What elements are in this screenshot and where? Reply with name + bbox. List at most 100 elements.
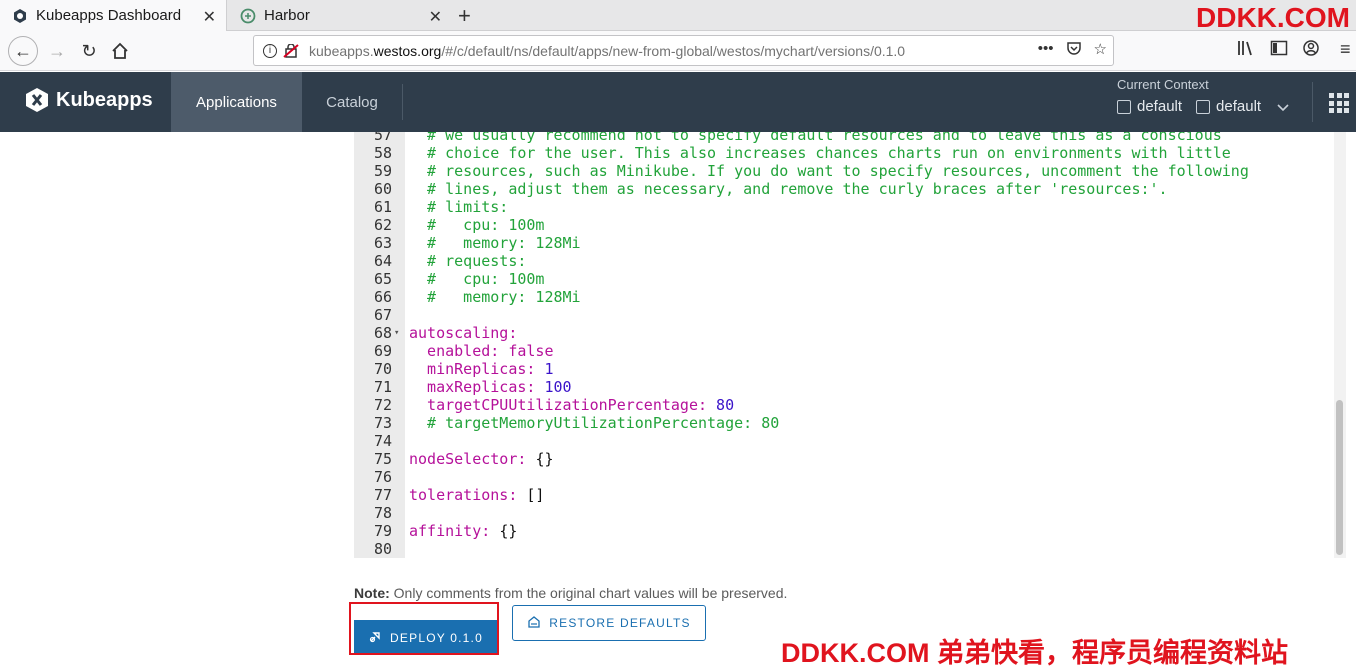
line-number: 71 <box>373 378 392 396</box>
deploy-icon <box>369 630 382 646</box>
editor-line[interactable]: 67 <box>354 306 1346 324</box>
editor-line[interactable]: 73 # targetMemoryUtilizationPercentage: … <box>354 414 1346 432</box>
menu-hamburger-icon[interactable]: ≡ <box>1340 39 1351 60</box>
close-tab-icon[interactable]: ✕ <box>203 7 216 27</box>
chevron-down-icon[interactable] <box>1277 99 1289 115</box>
editor-line[interactable]: 57 # we usually recommend not to specify… <box>354 132 1346 144</box>
deploy-label: DEPLOY 0.1.0 <box>390 630 483 645</box>
code-token: # requests: <box>409 252 527 270</box>
brand-name: Kubeapps <box>56 88 153 111</box>
editor-line[interactable]: 68 ▾ autoscaling: <box>354 324 1346 342</box>
editor-line[interactable]: 76 <box>354 468 1346 486</box>
line-number: 78 <box>373 504 392 522</box>
editor-line[interactable]: 69 enabled: false <box>354 342 1346 360</box>
code-token: {} <box>499 522 518 540</box>
values-editor[interactable]: 57 # we usually recommend not to specify… <box>354 132 1346 558</box>
editor-line[interactable]: 78 <box>354 504 1346 522</box>
editor-line[interactable]: 58 # choice for the user. This also incr… <box>354 144 1346 162</box>
tab-title: Harbor <box>264 7 310 24</box>
code-token: # memory: 128Mi <box>409 288 581 306</box>
watermark-bottom: DDKK.COM 弟弟快看，程序员编程资料站 <box>781 638 1288 668</box>
editor-line[interactable]: 63 # memory: 128Mi <box>354 234 1346 252</box>
page-actions-icon[interactable]: ••• <box>1038 40 1054 60</box>
line-number: 66 <box>373 288 392 306</box>
editor-line[interactable]: 64 # requests: <box>354 252 1346 270</box>
line-code: # cpu: 100m <box>409 270 544 288</box>
line-number: 69 <box>373 342 392 360</box>
restore-label: RESTORE DEFAULTS <box>549 616 691 630</box>
editor-scrollbar-thumb[interactable] <box>1336 400 1343 555</box>
harbor-favicon-icon <box>240 8 256 24</box>
sidebar-icon[interactable] <box>1270 39 1288 61</box>
editor-line[interactable]: 59 # resources, such as Minikube. If you… <box>354 162 1346 180</box>
nav-applications[interactable]: Applications <box>171 72 302 132</box>
line-number: 61 <box>373 198 392 216</box>
note-label: Note: <box>354 585 390 601</box>
context-selector[interactable]: Current Context default default <box>1117 77 1289 115</box>
reload-icon[interactable]: ↻ <box>74 36 104 66</box>
browser-tab-harbor[interactable]: Harbor ✕ <box>228 0 452 31</box>
editor-line[interactable]: 71 maxReplicas: 100 <box>354 378 1346 396</box>
line-number: 77 <box>373 486 392 504</box>
forward-arrow-icon[interactable]: → <box>42 36 72 66</box>
context-namespace: default <box>1216 98 1262 115</box>
site-info-icon[interactable]: i <box>263 43 277 58</box>
code-token: # cpu: 100m <box>409 216 545 234</box>
restore-icon <box>527 615 541 631</box>
line-code: nodeSelector: {} <box>409 450 554 468</box>
back-arrow-icon[interactable]: ← <box>8 36 38 66</box>
editor-line[interactable]: 79 affinity: {} <box>354 522 1346 540</box>
editor-line[interactable]: 62 # cpu: 100m <box>354 216 1346 234</box>
context-label: Current Context <box>1117 77 1209 92</box>
home-icon[interactable] <box>105 36 135 66</box>
editor-line[interactable]: 65 # cpu: 100m <box>354 270 1346 288</box>
editor-line[interactable]: 72 targetCPUUtilizationPercentage: 80 <box>354 396 1346 414</box>
line-code: minReplicas: 1 <box>409 360 553 378</box>
fold-toggle-icon[interactable]: ▾ <box>394 324 399 342</box>
deploy-button[interactable]: DEPLOY 0.1.0 <box>354 620 498 655</box>
line-number: 72 <box>373 396 392 414</box>
line-code: # lines, adjust them as necessary, and r… <box>409 180 1168 198</box>
preserve-note: Note: Only comments from the original ch… <box>354 585 787 601</box>
cluster-icon <box>1117 99 1131 114</box>
editor-line[interactable]: 75 nodeSelector: {} <box>354 450 1346 468</box>
app-menu-grid-icon[interactable] <box>1329 93 1349 113</box>
editor-line[interactable]: 66 # memory: 128Mi <box>354 288 1346 306</box>
line-code: maxReplicas: 100 <box>409 378 572 396</box>
context-divider <box>1312 82 1313 122</box>
app-header: Kubeapps Applications Catalog Current Co… <box>0 72 1356 132</box>
restore-defaults-button[interactable]: RESTORE DEFAULTS <box>512 605 706 641</box>
code-token: targetCPUUtilizationPercentage: <box>409 396 717 414</box>
browser-tab-kubeapps[interactable]: Kubeapps Dashboard ✕ <box>0 0 227 31</box>
kubeapps-logo[interactable]: Kubeapps <box>25 87 153 113</box>
pocket-icon[interactable] <box>1066 40 1082 60</box>
line-number: 57 <box>373 132 392 144</box>
line-number: 64 <box>373 252 392 270</box>
nav-catalog[interactable]: Catalog <box>302 72 402 132</box>
close-tab-icon[interactable]: ✕ <box>429 7 442 27</box>
insecure-lock-icon[interactable] <box>283 42 299 58</box>
new-tab-icon[interactable]: + <box>458 3 471 29</box>
code-token: enabled: <box>409 342 509 360</box>
library-icon[interactable] <box>1237 39 1255 61</box>
account-icon[interactable] <box>1302 39 1320 61</box>
url-text: kubeapps.westos.org/#/c/default/ns/defau… <box>309 42 906 59</box>
editor-line[interactable]: 70 minReplicas: 1 <box>354 360 1346 378</box>
line-code: # targetMemoryUtilizationPercentage: 80 <box>409 414 779 432</box>
editor-line[interactable]: 61 # limits: <box>354 198 1346 216</box>
code-token: 100 <box>544 378 572 396</box>
code-token: minReplicas: <box>409 360 545 378</box>
editor-line[interactable]: 77 tolerations: [] <box>354 486 1346 504</box>
line-number: 67 <box>373 306 392 324</box>
editor-lines: 57 # we usually recommend not to specify… <box>354 132 1346 558</box>
line-code: # requests: <box>409 252 526 270</box>
tab-title: Kubeapps Dashboard <box>36 7 182 24</box>
url-bar[interactable]: i kubeapps.westos.org/#/c/default/ns/def… <box>253 35 1114 66</box>
code-token: nodeSelector: <box>409 450 536 468</box>
bookmark-star-icon[interactable]: ☆ <box>1094 40 1107 60</box>
editor-line[interactable]: 60 # lines, adjust them as necessary, an… <box>354 180 1346 198</box>
code-token: # lines, adjust them as necessary, and r… <box>409 180 1168 198</box>
editor-line[interactable]: 74 <box>354 432 1346 450</box>
editor-line[interactable]: 80 <box>354 540 1346 558</box>
url-actions: ••• ☆ <box>1038 40 1107 60</box>
